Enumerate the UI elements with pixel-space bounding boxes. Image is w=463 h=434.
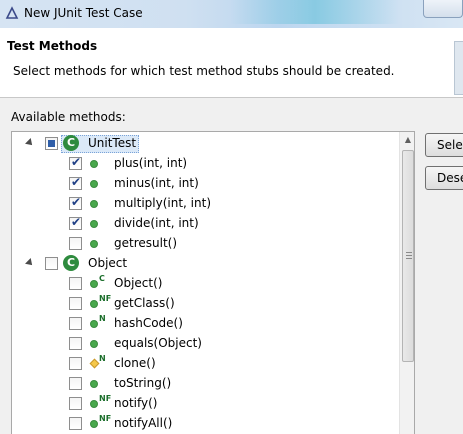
check-mark-icon: ✔ <box>71 175 82 189</box>
tree-row-method[interactable]: NF getClass() <box>12 294 399 314</box>
partial-check-mark <box>48 140 55 147</box>
grip-line <box>406 258 412 259</box>
deselect-all-button[interactable]: Dese <box>425 166 463 190</box>
method-checkbox[interactable] <box>69 417 82 430</box>
class-checkbox[interactable] <box>45 137 58 150</box>
tree-scrollbar[interactable]: ▲ <box>399 132 414 434</box>
grip-line <box>406 255 412 256</box>
tree-row-method[interactable]: C Object() <box>12 274 399 294</box>
available-methods-label: Available methods: <box>11 110 126 124</box>
class-name: UnitTest <box>88 136 137 150</box>
check-mark-icon: ✔ <box>71 215 82 229</box>
method-label: divide(int, int) <box>114 216 199 230</box>
method-checkbox[interactable] <box>69 377 82 390</box>
method-checkbox[interactable] <box>69 237 82 250</box>
method-label: plus(int, int) <box>114 156 188 170</box>
public-method-icon <box>90 160 98 168</box>
tree-row-method[interactable]: ✔ minus(int, int) <box>12 174 399 194</box>
method-label: clone() <box>114 356 156 370</box>
wizard-header: Test Methods Select methods for which te… <box>0 28 463 98</box>
tree-row-method[interactable]: Nclone() <box>12 354 399 374</box>
method-checkbox[interactable] <box>69 297 82 310</box>
method-checkbox[interactable] <box>69 337 82 350</box>
method-badge: NF <box>99 394 112 403</box>
method-badge: NF <box>99 294 112 303</box>
method-label: Object() <box>114 276 163 290</box>
tree-row-method[interactable]: toString() <box>12 374 399 394</box>
expand-toggle-icon[interactable] <box>25 138 35 148</box>
native-final-method-icon <box>90 300 98 308</box>
page-title: Test Methods <box>7 39 98 53</box>
method-checkbox[interactable]: ✔ <box>69 195 82 210</box>
method-label: multiply(int, int) <box>114 196 212 210</box>
tree-row-method[interactable]: NF notifyAll() <box>12 414 399 434</box>
method-label: getClass() <box>114 296 175 310</box>
window-title: New JUnit Test Case <box>24 6 143 20</box>
class-checkbox[interactable] <box>45 257 58 270</box>
tree-row-method[interactable]: getresult() <box>12 234 399 254</box>
select-all-button[interactable]: Sele <box>425 133 463 157</box>
tree-row-method[interactable]: equals(Object) <box>12 334 399 354</box>
methods-tree[interactable]: ▲ C UnitTest ✔ plus(int, int) ✔ minus(int, in… <box>11 131 415 434</box>
method-label: equals(Object) <box>114 336 202 350</box>
method-checkbox[interactable]: ✔ <box>69 155 82 170</box>
check-mark-icon: ✔ <box>71 195 82 209</box>
method-checkbox[interactable] <box>69 397 82 410</box>
native-final-method-icon <box>90 420 98 428</box>
public-method-icon <box>90 240 98 248</box>
public-method-icon <box>90 180 98 188</box>
title-bar: New JUnit Test Case <box>0 0 463 28</box>
window-close-button[interactable] <box>423 0 463 18</box>
method-label: toString() <box>114 376 172 390</box>
public-method-icon <box>90 220 98 228</box>
method-label: notify() <box>114 396 158 410</box>
tree-row-method[interactable]: NF notify() <box>12 394 399 414</box>
tree-row-method[interactable]: ✔ multiply(int, int) <box>12 194 399 214</box>
grip-line <box>406 252 412 253</box>
native-final-method-icon <box>90 400 98 408</box>
method-checkbox[interactable] <box>69 277 82 290</box>
eclipse-app-icon <box>5 6 19 19</box>
title-bar-glow <box>230 0 400 24</box>
public-method-icon <box>90 340 98 348</box>
tree-row-method[interactable]: ✔ divide(int, int) <box>12 214 399 234</box>
wizard-banner-image <box>454 41 463 95</box>
class-icon: C <box>63 135 79 151</box>
method-badge: N <box>99 314 106 323</box>
expand-toggle-icon[interactable] <box>25 258 35 268</box>
method-label: hashCode() <box>114 316 183 330</box>
tree-row-method[interactable]: ✔ plus(int, int) <box>12 154 399 174</box>
class-name: Object <box>88 256 128 270</box>
method-badge: C <box>99 274 105 283</box>
scroll-up-arrow-icon[interactable]: ▲ <box>400 132 414 148</box>
method-label: minus(int, int) <box>114 176 199 190</box>
method-checkbox[interactable] <box>69 317 82 330</box>
method-badge: NF <box>99 414 112 423</box>
scrollbar-thumb[interactable] <box>402 150 414 362</box>
method-label: notifyAll() <box>114 416 173 430</box>
tree-row-class[interactable]: C UnitTest <box>12 134 399 154</box>
native-method-icon <box>90 320 98 328</box>
method-checkbox[interactable] <box>69 357 82 370</box>
protected-native-method-icon <box>89 358 100 369</box>
method-label: getresult() <box>114 236 178 250</box>
method-checkbox[interactable]: ✔ <box>69 215 82 230</box>
method-checkbox[interactable]: ✔ <box>69 175 82 190</box>
check-mark-icon: ✔ <box>71 155 82 169</box>
constructor-icon <box>90 280 98 288</box>
public-method-icon <box>90 200 98 208</box>
class-icon: C <box>63 255 79 271</box>
page-description: Select methods for which test method stu… <box>13 64 395 78</box>
public-method-icon <box>90 380 98 388</box>
method-badge: N <box>99 354 106 363</box>
tree-row-class[interactable]: C Object <box>12 254 399 274</box>
tree-row-method[interactable]: NhashCode() <box>12 314 399 334</box>
